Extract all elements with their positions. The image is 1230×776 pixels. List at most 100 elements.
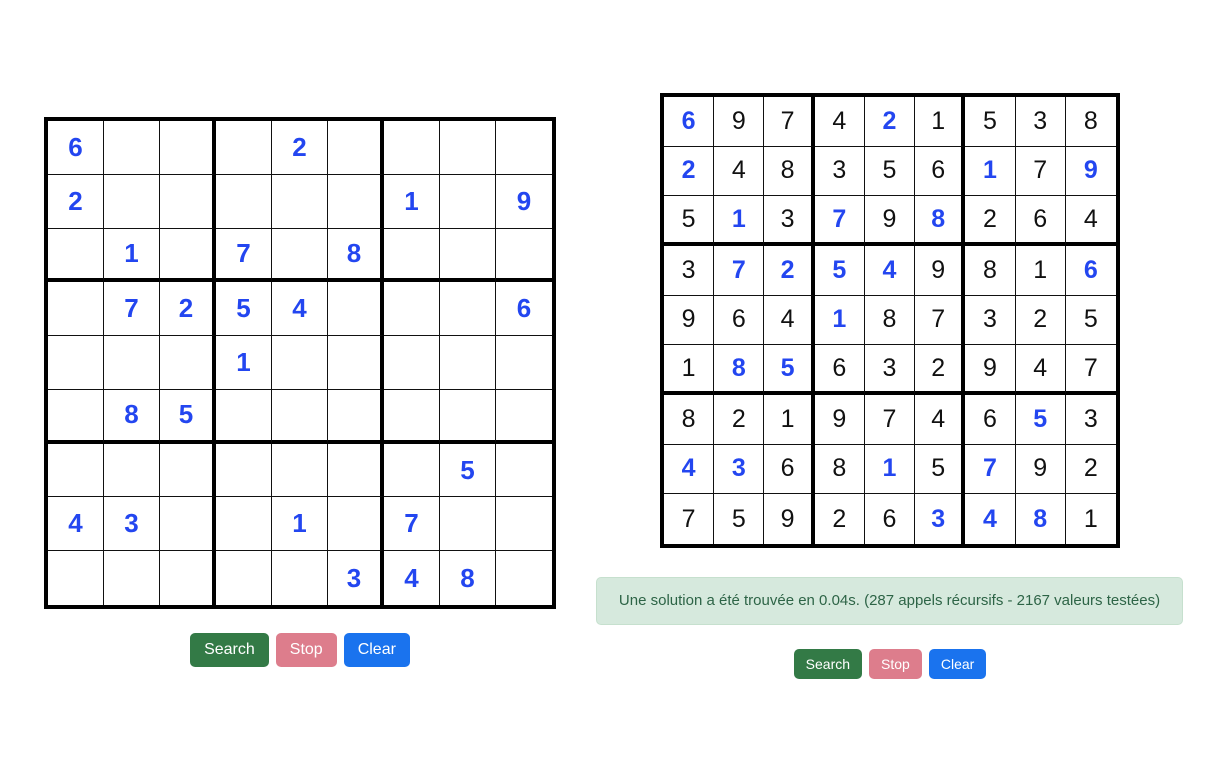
sudoku-cell[interactable]: 3 bbox=[814, 146, 865, 197]
search-button[interactable]: Search bbox=[793, 649, 863, 679]
sudoku-cell[interactable] bbox=[328, 389, 384, 444]
sudoku-cell[interactable]: 8 bbox=[814, 444, 865, 495]
sudoku-cell[interactable]: 2 bbox=[915, 345, 966, 395]
sudoku-cell[interactable]: 5 bbox=[965, 97, 1016, 147]
sudoku-cell[interactable]: 1 bbox=[1065, 494, 1116, 544]
sudoku-cell[interactable] bbox=[440, 336, 496, 390]
sudoku-cell[interactable] bbox=[216, 389, 272, 444]
sudoku-cell[interactable] bbox=[104, 336, 160, 390]
sudoku-cell[interactable] bbox=[496, 443, 552, 498]
sudoku-cell[interactable]: 9 bbox=[915, 246, 966, 296]
sudoku-cell[interactable] bbox=[272, 551, 328, 605]
sudoku-cell[interactable] bbox=[440, 389, 496, 444]
sudoku-cell[interactable] bbox=[272, 174, 328, 229]
sudoku-cell[interactable]: 4 bbox=[272, 282, 328, 337]
sudoku-cell[interactable] bbox=[384, 282, 440, 337]
sudoku-cell[interactable] bbox=[328, 282, 384, 337]
sudoku-cell[interactable]: 6 bbox=[965, 395, 1016, 445]
sudoku-cell[interactable]: 7 bbox=[104, 282, 160, 337]
search-button[interactable]: Search bbox=[190, 633, 269, 667]
sudoku-cell[interactable]: 1 bbox=[814, 295, 865, 346]
sudoku-cell[interactable]: 4 bbox=[864, 246, 916, 296]
sudoku-cell[interactable] bbox=[216, 497, 272, 552]
sudoku-cell[interactable]: 3 bbox=[714, 444, 765, 495]
sudoku-cell[interactable]: 5 bbox=[814, 246, 865, 296]
sudoku-cell[interactable]: 9 bbox=[714, 97, 765, 147]
sudoku-cell[interactable] bbox=[496, 228, 552, 283]
sudoku-cell[interactable]: 7 bbox=[1065, 345, 1116, 395]
sudoku-cell[interactable]: 6 bbox=[48, 121, 104, 175]
sudoku-cell[interactable] bbox=[328, 121, 384, 175]
sudoku-cell[interactable] bbox=[440, 497, 496, 552]
sudoku-cell[interactable]: 7 bbox=[384, 497, 440, 552]
sudoku-cell[interactable]: 9 bbox=[1065, 146, 1116, 197]
sudoku-cell[interactable]: 5 bbox=[1015, 395, 1066, 445]
sudoku-cell[interactable]: 4 bbox=[764, 295, 815, 346]
sudoku-cell[interactable]: 1 bbox=[1015, 246, 1066, 296]
sudoku-cell[interactable]: 8 bbox=[328, 228, 384, 283]
stop-button[interactable]: Stop bbox=[869, 649, 922, 679]
sudoku-cell[interactable]: 7 bbox=[915, 295, 966, 346]
sudoku-cell[interactable]: 4 bbox=[814, 97, 865, 147]
sudoku-cell[interactable]: 6 bbox=[915, 146, 966, 197]
sudoku-cell[interactable]: 4 bbox=[1065, 196, 1116, 246]
stop-button[interactable]: Stop bbox=[275, 633, 337, 667]
sudoku-cell[interactable] bbox=[496, 121, 552, 175]
sudoku-cell[interactable] bbox=[272, 443, 328, 498]
sudoku-cell[interactable] bbox=[496, 336, 552, 390]
sudoku-cell[interactable] bbox=[328, 174, 384, 229]
sudoku-cell[interactable]: 6 bbox=[1065, 246, 1116, 296]
sudoku-cell[interactable] bbox=[440, 228, 496, 283]
sudoku-cell[interactable]: 3 bbox=[104, 497, 160, 552]
sudoku-cell[interactable] bbox=[272, 389, 328, 444]
sudoku-cell[interactable]: 1 bbox=[965, 146, 1016, 197]
sudoku-cell[interactable]: 7 bbox=[216, 228, 272, 283]
sudoku-cell[interactable]: 9 bbox=[1015, 444, 1066, 495]
sudoku-cell[interactable]: 7 bbox=[965, 444, 1016, 495]
sudoku-cell[interactable] bbox=[104, 551, 160, 605]
sudoku-cell[interactable]: 7 bbox=[764, 97, 815, 147]
sudoku-cell[interactable] bbox=[160, 551, 216, 605]
sudoku-cell[interactable]: 7 bbox=[814, 196, 865, 246]
sudoku-cell[interactable]: 3 bbox=[965, 295, 1016, 346]
sudoku-cell[interactable] bbox=[48, 336, 104, 390]
sudoku-cell[interactable] bbox=[216, 443, 272, 498]
sudoku-cell[interactable] bbox=[384, 121, 440, 175]
sudoku-cell[interactable]: 3 bbox=[864, 345, 916, 395]
sudoku-cell[interactable]: 5 bbox=[1065, 295, 1116, 346]
sudoku-cell[interactable] bbox=[440, 121, 496, 175]
sudoku-cell[interactable]: 4 bbox=[1015, 345, 1066, 395]
sudoku-cell[interactable]: 1 bbox=[764, 395, 815, 445]
sudoku-cell[interactable]: 6 bbox=[496, 282, 552, 337]
sudoku-cell[interactable]: 9 bbox=[496, 174, 552, 229]
sudoku-cell[interactable] bbox=[160, 336, 216, 390]
sudoku-cell[interactable] bbox=[48, 282, 104, 337]
sudoku-cell[interactable] bbox=[160, 174, 216, 229]
sudoku-cell[interactable]: 7 bbox=[714, 246, 765, 296]
sudoku-cell[interactable] bbox=[160, 121, 216, 175]
sudoku-cell[interactable]: 7 bbox=[864, 395, 916, 445]
sudoku-cell[interactable] bbox=[160, 497, 216, 552]
sudoku-cell[interactable]: 1 bbox=[384, 174, 440, 229]
sudoku-cell[interactable] bbox=[384, 389, 440, 444]
sudoku-cell[interactable]: 2 bbox=[965, 196, 1016, 246]
sudoku-cell[interactable]: 6 bbox=[814, 345, 865, 395]
sudoku-cell[interactable]: 9 bbox=[965, 345, 1016, 395]
sudoku-cell[interactable]: 4 bbox=[915, 395, 966, 445]
sudoku-cell[interactable]: 8 bbox=[915, 196, 966, 246]
sudoku-cell[interactable]: 3 bbox=[915, 494, 966, 544]
sudoku-cell[interactable] bbox=[48, 228, 104, 283]
sudoku-cell[interactable]: 2 bbox=[814, 494, 865, 544]
sudoku-cell[interactable]: 6 bbox=[764, 444, 815, 495]
sudoku-cell[interactable] bbox=[160, 228, 216, 283]
sudoku-grid-puzzle[interactable]: 622191787254618554317348 bbox=[44, 117, 556, 609]
sudoku-cell[interactable]: 3 bbox=[328, 551, 384, 605]
sudoku-cell[interactable]: 1 bbox=[714, 196, 765, 246]
sudoku-cell[interactable]: 6 bbox=[1015, 196, 1066, 246]
sudoku-cell[interactable]: 1 bbox=[104, 228, 160, 283]
clear-button[interactable]: Clear bbox=[928, 649, 987, 679]
sudoku-cell[interactable]: 6 bbox=[714, 295, 765, 346]
sudoku-cell[interactable]: 4 bbox=[965, 494, 1016, 544]
sudoku-cell[interactable]: 9 bbox=[814, 395, 865, 445]
sudoku-cell[interactable]: 8 bbox=[440, 551, 496, 605]
